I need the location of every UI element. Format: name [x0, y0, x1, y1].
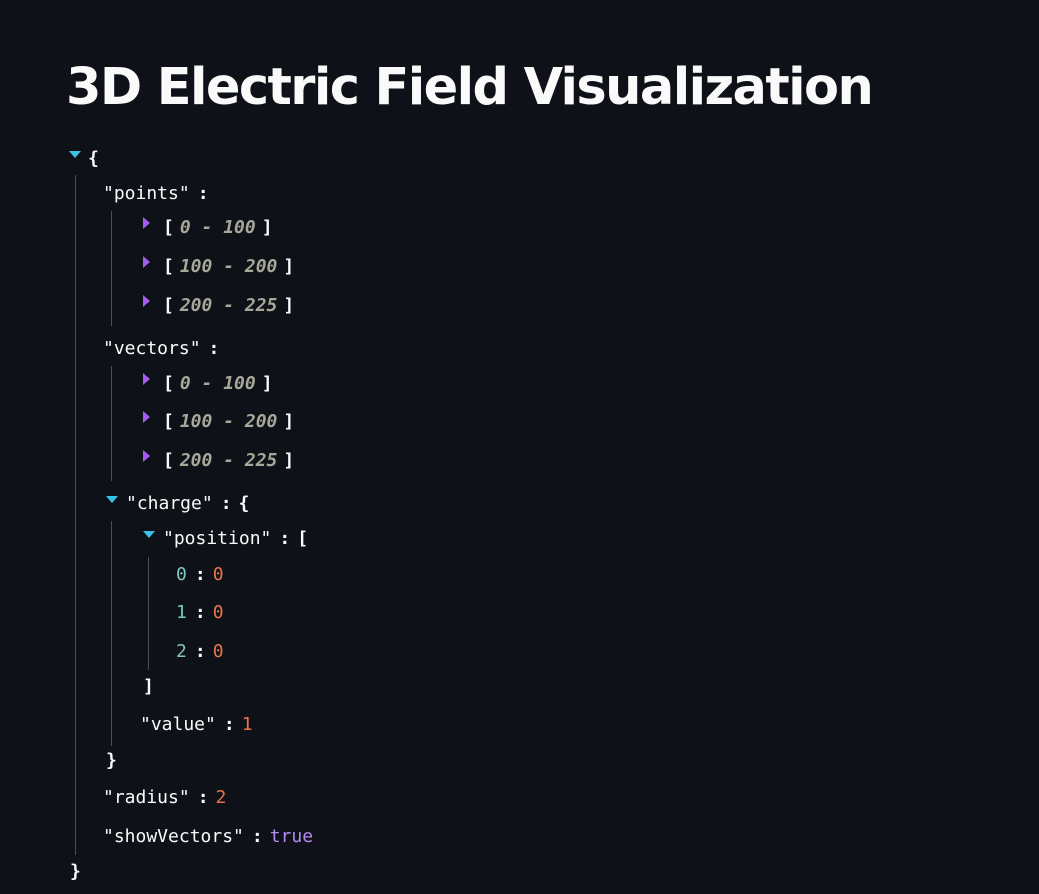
vectors-chunk-0[interactable]: [0 - 100] [163, 371, 273, 397]
points-key: "points" [103, 183, 190, 204]
expand-points-0-icon[interactable] [143, 217, 150, 229]
collapse-charge-icon[interactable] [106, 496, 118, 503]
position-close-bracket: ] [143, 676, 154, 697]
charge-key-row: "charge":{ [126, 493, 250, 514]
points-key-row: "points": [103, 183, 209, 204]
expand-vectors-0-icon[interactable] [143, 373, 150, 385]
position-guide-line [148, 557, 149, 670]
show-vectors-row: "showVectors": true [103, 826, 314, 847]
root-close-brace: } [70, 861, 81, 882]
json-viewer: { "points": [0 - 100] [100 - 200] [200 -… [0, 0, 1039, 894]
show-vectors-key: "showVectors" [103, 826, 244, 847]
points-chunk-2[interactable]: [200 - 225] [163, 293, 294, 319]
root-guide-line [75, 175, 76, 855]
value-number: 1 [241, 714, 253, 735]
charge-close-brace: } [106, 750, 117, 771]
root-open-brace: { [88, 148, 99, 169]
points-chunk-0[interactable]: [0 - 100] [163, 215, 273, 241]
position-key: "position" [163, 528, 272, 549]
collapse-root-icon[interactable] [69, 151, 81, 158]
charge-guide-line [111, 521, 112, 746]
position-item-0: 0:0 [176, 564, 224, 585]
vectors-chunk-2[interactable]: [200 - 225] [163, 448, 294, 474]
position-item-1: 1:0 [176, 602, 224, 623]
collapse-position-icon[interactable] [143, 531, 155, 538]
vectors-chunk-1[interactable]: [100 - 200] [163, 409, 294, 435]
vectors-key-row: "vectors": [103, 338, 220, 359]
radius-value: 2 [215, 787, 227, 808]
charge-key: "charge" [126, 493, 213, 514]
show-vectors-value: true [269, 826, 314, 847]
vectors-key: "vectors" [103, 338, 201, 359]
charge-value-row: "value":1 [140, 714, 253, 735]
position-item-2: 2:0 [176, 641, 224, 662]
expand-vectors-1-icon[interactable] [143, 411, 150, 423]
value-key: "value" [140, 714, 216, 735]
expand-points-1-icon[interactable] [143, 256, 150, 268]
points-guide-line [111, 211, 112, 326]
radius-row: "radius":2 [103, 787, 227, 808]
radius-key: "radius" [103, 787, 190, 808]
vectors-guide-line [111, 366, 112, 481]
expand-points-2-icon[interactable] [143, 295, 150, 307]
position-key-row: "position":[ [163, 528, 309, 549]
expand-vectors-2-icon[interactable] [143, 450, 150, 462]
points-chunk-1[interactable]: [100 - 200] [163, 254, 294, 280]
